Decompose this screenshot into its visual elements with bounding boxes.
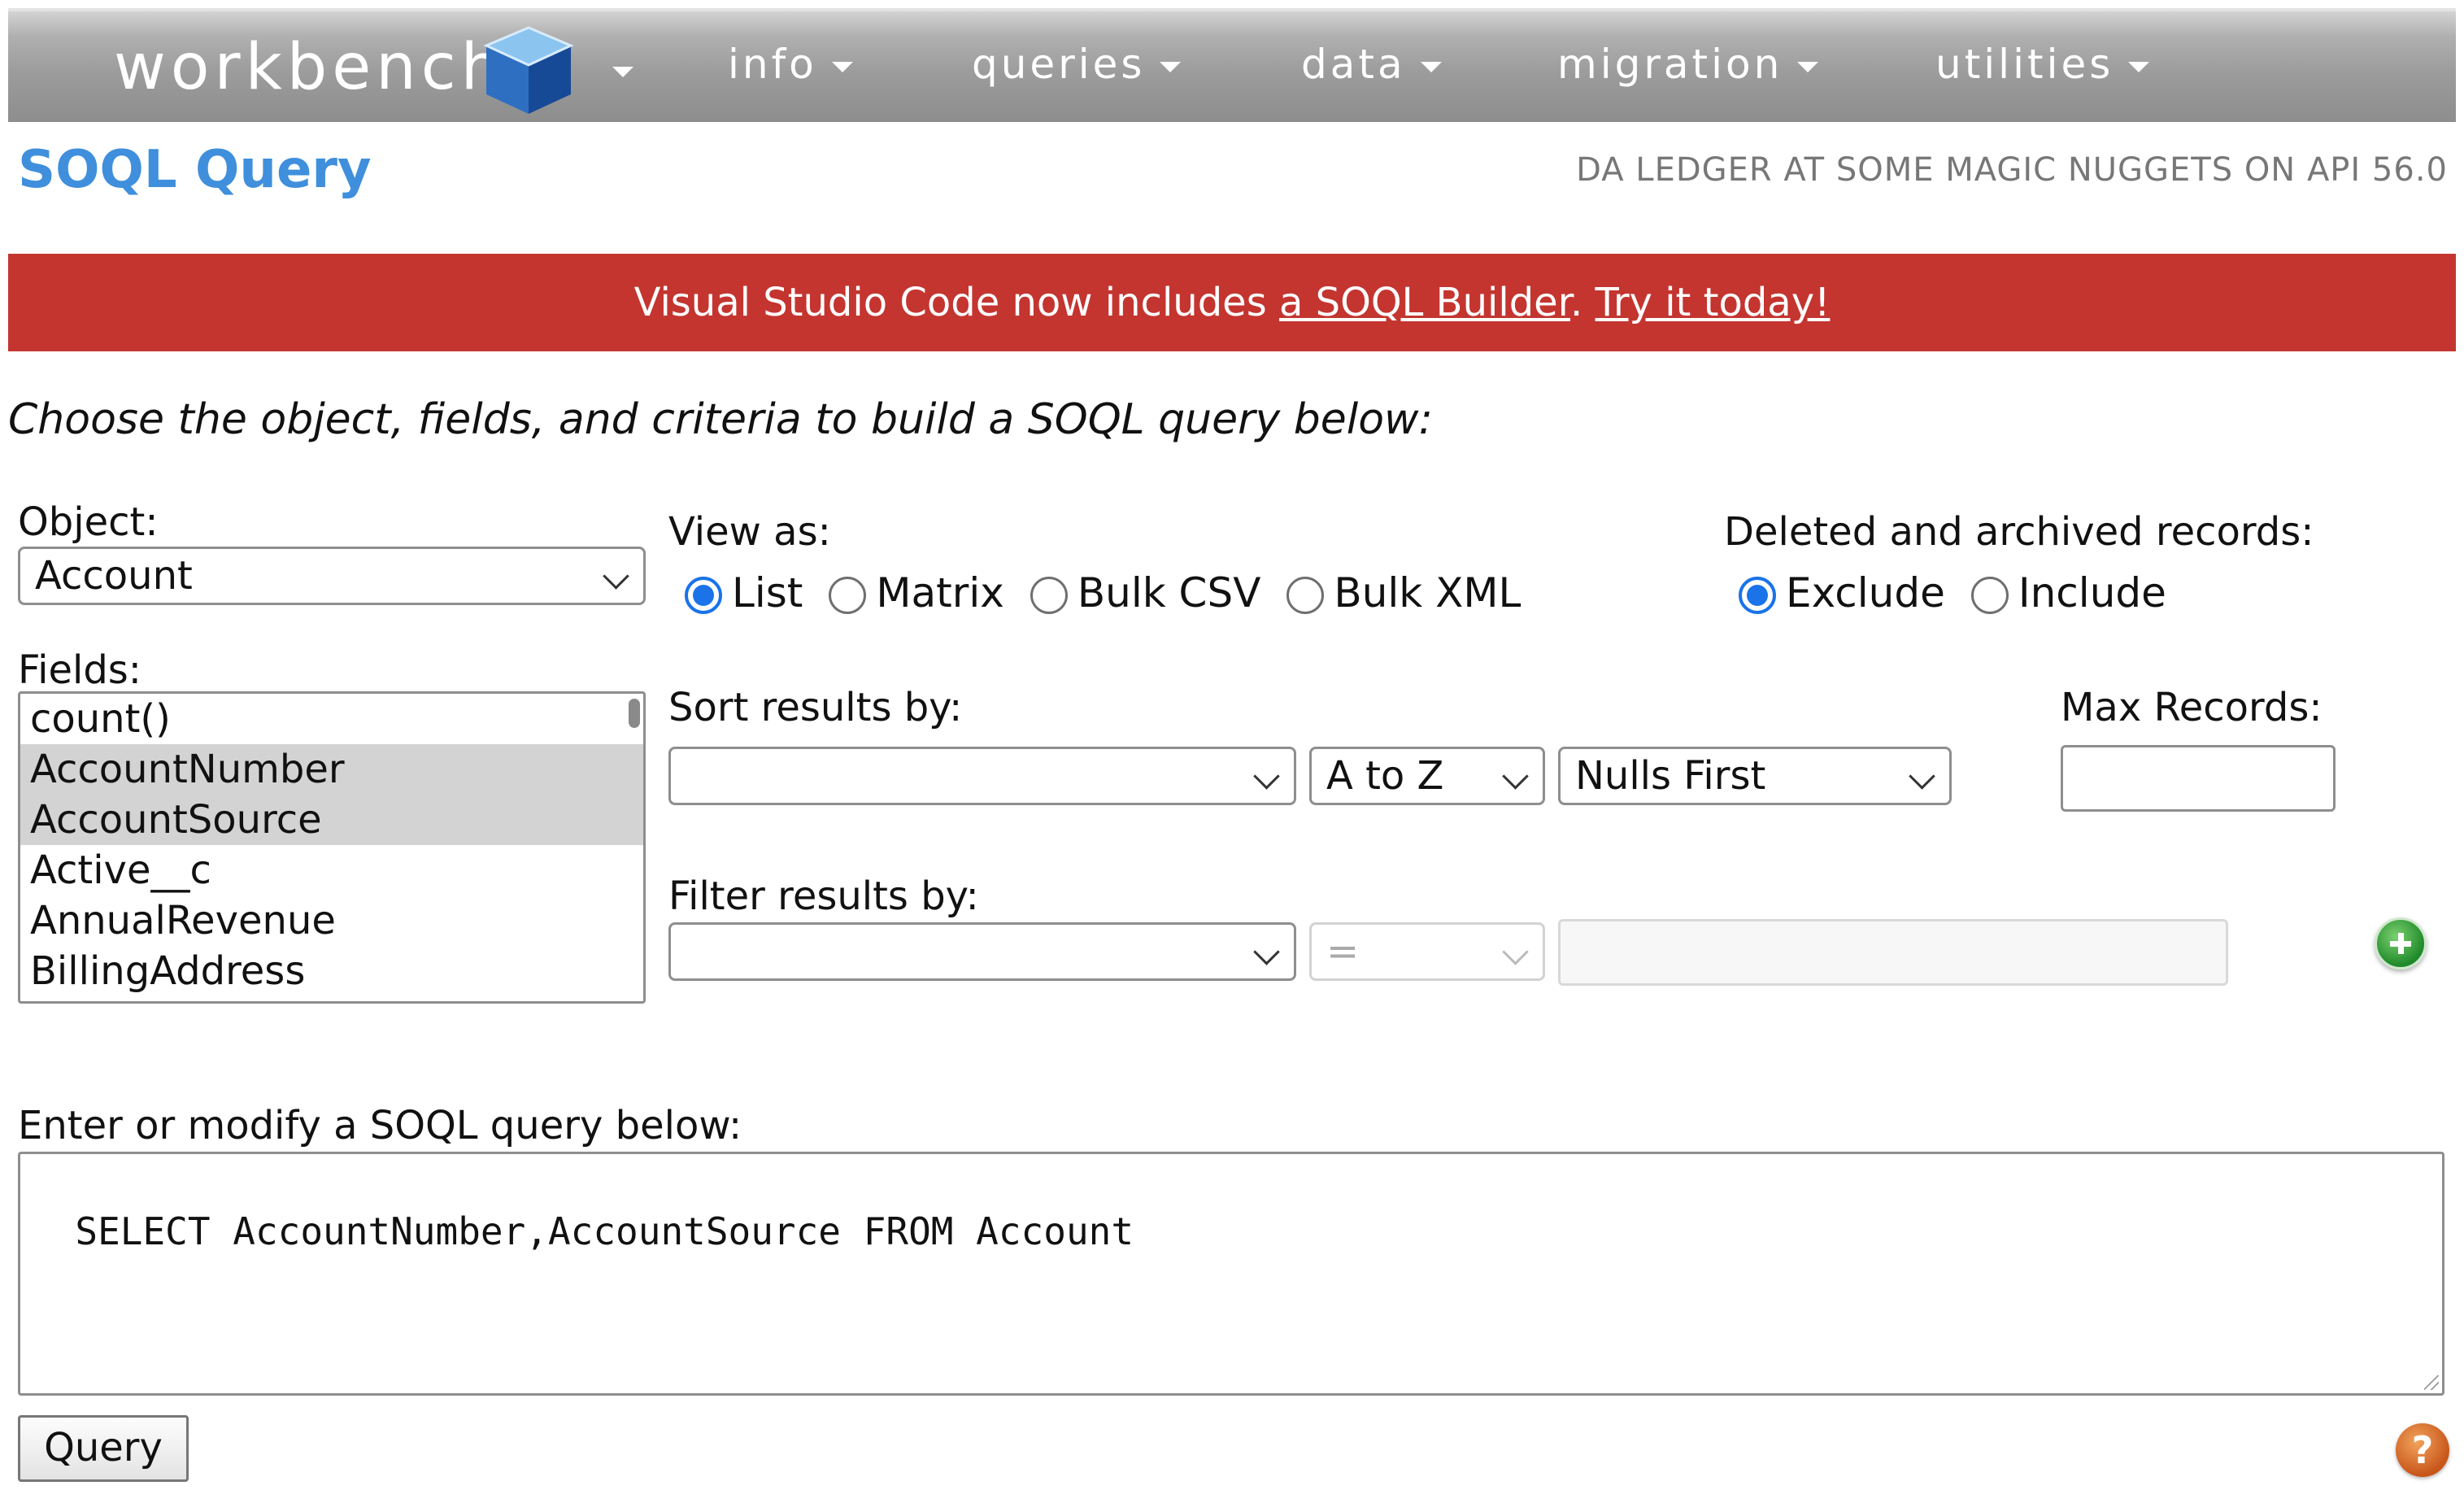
chevron-down-icon	[1502, 763, 1529, 790]
nav-utilities-label: utilities	[1935, 41, 2114, 88]
nav-queries-label: queries	[972, 41, 1146, 88]
chevron-down-icon	[1253, 939, 1280, 965]
field-option[interactable]: BillingAddress	[20, 946, 643, 996]
chevron-down-icon	[831, 62, 853, 72]
exclude-option[interactable]: Exclude	[1739, 569, 1945, 616]
radio-include-label: Include	[2018, 569, 2166, 616]
radio-bulk-xml[interactable]	[1286, 577, 1325, 614]
instructions-text: Choose the object, fields, and criteria …	[8, 395, 1434, 444]
filter-field-select[interactable]	[668, 922, 1296, 981]
view-as-list-option[interactable]: List	[685, 569, 803, 616]
banner-separator: .	[1570, 280, 1596, 325]
nav-info-label: info	[728, 41, 817, 88]
view-as-matrix-option[interactable]: Matrix	[829, 569, 1004, 616]
filter-value-input[interactable]	[1558, 919, 2228, 986]
fields-listbox[interactable]: count() AccountNumber AccountSource Acti…	[18, 691, 646, 1004]
help-icon[interactable]: ?	[2396, 1423, 2449, 1477]
field-option[interactable]: Active__c	[20, 845, 643, 895]
soql-query-text: SELECT AccountNumber,AccountSource FROM …	[75, 1209, 1134, 1253]
object-select[interactable]: Account	[18, 547, 646, 605]
field-option-selected[interactable]: AccountNumber	[20, 744, 643, 795]
radio-matrix[interactable]	[829, 577, 867, 614]
radio-bulk-xml-label: Bulk XML	[1334, 569, 1521, 616]
view-as-options: List Matrix Bulk CSV Bulk XML	[685, 566, 1547, 616]
filter-label: Filter results by:	[668, 874, 979, 919]
radio-bulk-csv[interactable]	[1030, 577, 1068, 614]
user-info: DA LEDGER AT SOME MAGIC NUGGETS ON API 5…	[1576, 151, 2448, 189]
nav-data[interactable]: data	[1301, 41, 1442, 88]
nav-info[interactable]: info	[728, 41, 853, 88]
sort-label: Sort results by:	[668, 685, 963, 730]
chevron-down-icon	[1797, 62, 1819, 72]
fields-label: Fields:	[18, 647, 141, 693]
chevron-down-icon	[1502, 939, 1529, 965]
add-filter-plus-icon[interactable]	[2375, 917, 2427, 969]
page-title: SOQL Query	[18, 140, 372, 200]
soql-query-textarea[interactable]: SELECT AccountNumber,AccountSource FROM …	[18, 1152, 2444, 1396]
resize-grip-icon[interactable]	[2424, 1375, 2439, 1390]
radio-include[interactable]	[1970, 577, 2009, 614]
nav-migration-label: migration	[1557, 41, 1783, 88]
object-select-value: Account	[35, 553, 193, 599]
field-option[interactable]: AnnualRevenue	[20, 895, 643, 946]
query-box-label: Enter or modify a SOQL query below:	[18, 1103, 742, 1148]
radio-bulk-csv-label: Bulk CSV	[1077, 569, 1261, 616]
chevron-down-icon	[603, 563, 629, 590]
chevron-down-icon	[1160, 62, 1182, 72]
chevron-down-icon	[1909, 763, 1935, 790]
banner-text: Visual Studio Code now includes	[633, 280, 1279, 325]
view-as-label: View as:	[668, 509, 831, 555]
fields-scrollbar[interactable]	[629, 699, 640, 728]
nav-migration[interactable]: migration	[1557, 41, 1819, 88]
max-records-label: Max Records:	[2061, 685, 2323, 730]
nav-data-label: data	[1301, 41, 1406, 88]
radio-exclude[interactable]	[1739, 577, 1776, 614]
nav-utilities[interactable]: utilities	[1935, 41, 2150, 88]
sort-field-select[interactable]	[668, 747, 1296, 805]
object-label: Object:	[18, 499, 159, 545]
try-it-today-link[interactable]: Try it today!	[1596, 280, 1831, 325]
view-as-bulk-xml-option[interactable]: Bulk XML	[1286, 569, 1521, 616]
include-option[interactable]: Include	[1970, 569, 2166, 616]
radio-list-label: List	[732, 569, 803, 616]
sort-direction-select[interactable]: A to Z	[1309, 747, 1545, 805]
sort-direction-value: A to Z	[1326, 753, 1444, 799]
chevron-down-icon	[2128, 62, 2150, 72]
workbench-logo-text[interactable]: workbench	[114, 31, 506, 104]
filter-operator-select[interactable]: =	[1309, 922, 1545, 981]
radio-exclude-label: Exclude	[1786, 569, 1945, 616]
workbench-cube-icon[interactable]	[480, 23, 577, 117]
chevron-down-icon	[1253, 763, 1280, 790]
top-nav-bar: workbench info queries data migration ut…	[8, 8, 2456, 122]
radio-list[interactable]	[685, 577, 722, 614]
view-as-bulk-csv-option[interactable]: Bulk CSV	[1030, 569, 1261, 616]
max-records-input[interactable]	[2061, 745, 2336, 812]
announcement-banner: Visual Studio Code now includes a SOQL B…	[8, 254, 2456, 351]
logo-menu-caret-icon[interactable]	[612, 67, 633, 77]
field-option[interactable]: count()	[20, 694, 643, 744]
field-option-selected[interactable]: AccountSource	[20, 795, 643, 845]
filter-operator-value: =	[1326, 929, 1360, 974]
soql-builder-link[interactable]: a SOQL Builder	[1279, 280, 1570, 325]
nav-queries[interactable]: queries	[972, 41, 1182, 88]
deleted-records-label: Deleted and archived records:	[1724, 509, 2314, 555]
chevron-down-icon	[1420, 62, 1442, 72]
deleted-records-options: Exclude Include	[1739, 566, 2192, 616]
radio-matrix-label: Matrix	[876, 569, 1004, 616]
query-button[interactable]: Query	[18, 1415, 189, 1482]
sort-nulls-select[interactable]: Nulls First	[1558, 747, 1952, 805]
sort-nulls-value: Nulls First	[1575, 753, 1766, 799]
